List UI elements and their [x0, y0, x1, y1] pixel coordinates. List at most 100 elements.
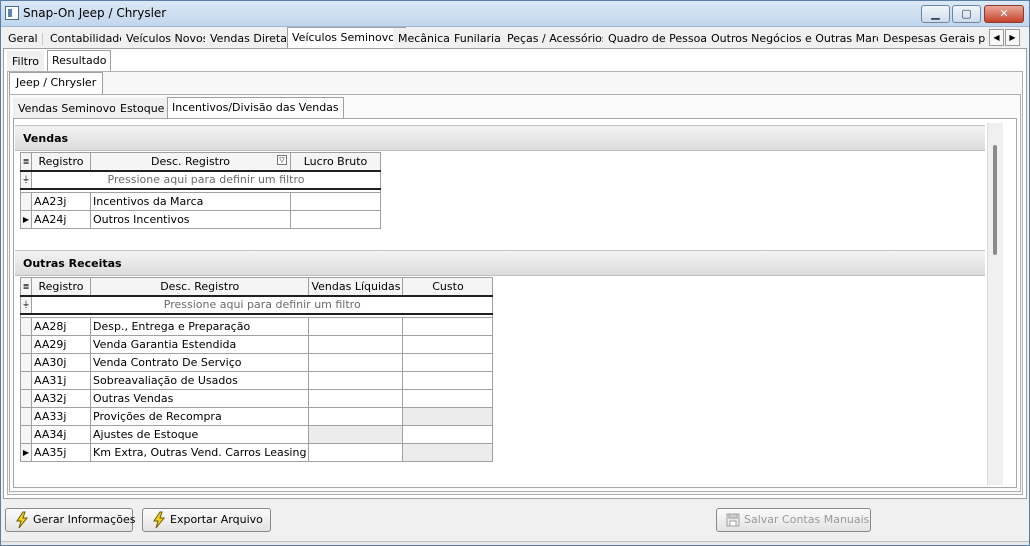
tab-filtro[interactable]: Filtro	[7, 51, 44, 71]
table-row[interactable]: AA28j Desp., Entrega e Preparação	[20, 317, 494, 336]
tab-veiculos-seminovos[interactable]: Veículos Seminovos	[287, 27, 406, 49]
table-row[interactable]: AA33j Provições de Recompra	[20, 407, 494, 426]
cell-lucro-bruto[interactable]	[290, 192, 381, 211]
col-registro[interactable]: Registro	[31, 277, 91, 297]
window-title: Snap-On Jeep / Chrysler	[23, 6, 167, 20]
cell-vendas-liquidas[interactable]	[308, 335, 404, 354]
salvar-contas-manuais-button[interactable]: Salvar Contas Manuais	[716, 508, 871, 532]
col-vendas-liquidas[interactable]: Vendas Líquidas	[308, 277, 404, 297]
cell-registro[interactable]: AA34j	[31, 425, 91, 444]
tab-funilaria[interactable]: Funilaria	[449, 28, 506, 48]
tab-pecas-acessorios[interactable]: Peças / Acessórios	[502, 28, 613, 48]
cell-registro[interactable]: AA29j	[31, 335, 91, 354]
filter-icon: ⏚	[20, 170, 32, 189]
table-row[interactable]: ▶ AA35j Km Extra, Outras Vend. Carros Le…	[20, 443, 494, 462]
cell-registro[interactable]: AA35j	[31, 443, 91, 462]
tab-vendas-seminovos[interactable]: Vendas Seminovos	[13, 98, 127, 118]
minimize-button[interactable]: ▁	[921, 5, 950, 23]
tab-scroll-left-icon[interactable]: ◀	[989, 29, 1004, 46]
cell-vendas-liquidas[interactable]	[308, 371, 404, 390]
cell-custo-readonly	[402, 407, 494, 426]
col-registro[interactable]: Registro	[31, 152, 91, 172]
current-row-icon: ▶	[20, 210, 32, 229]
table-row[interactable]: AA32j Outras Vendas	[20, 389, 494, 408]
current-row-icon: ▶	[20, 443, 32, 462]
cell-desc[interactable]: Km Extra, Outras Vend. Carros Leasing	[89, 443, 310, 462]
cell-desc[interactable]: Incentivos da Marca	[90, 192, 291, 211]
tab-vendas-diretas[interactable]: Vendas Diretas	[205, 28, 298, 48]
cell-registro[interactable]: AA24j	[31, 210, 91, 229]
tab-outros-negocios[interactable]: Outros Negócios e Outras Marcas	[706, 28, 900, 48]
filter-icon: ⏚	[20, 295, 32, 314]
cell-desc[interactable]: Venda Contrato De Serviço	[89, 353, 310, 372]
column-filter-icon[interactable]: ▽	[277, 155, 287, 165]
col-desc-registro[interactable]: Desc. Registro	[89, 277, 310, 297]
cell-vendas-liquidas[interactable]	[308, 353, 404, 372]
cell-desc[interactable]: Outros Incentivos	[90, 210, 291, 229]
table-row[interactable]: AA29j Venda Garantia Estendida	[20, 335, 494, 354]
cell-desc[interactable]: Venda Garantia Estendida	[89, 335, 310, 354]
col-custo[interactable]: Custo	[402, 277, 494, 297]
tab-scroll-right-icon[interactable]: ▶	[1005, 29, 1020, 46]
cell-registro[interactable]: AA33j	[31, 407, 91, 426]
cell-desc[interactable]: Ajustes de Estoque	[89, 425, 310, 444]
cell-lucro-bruto[interactable]	[290, 210, 381, 229]
exportar-arquivo-button[interactable]: Exportar Arquivo	[142, 508, 271, 532]
tab-quadro-pessoas[interactable]: Quadro de Pessoas	[603, 28, 718, 48]
cell-desc[interactable]: Sobreavaliação de Usados	[89, 371, 310, 390]
cell-vendas-liquidas[interactable]	[308, 389, 404, 408]
cell-custo[interactable]	[402, 317, 494, 336]
table-row[interactable]: AA31j Sobreavaliação de Usados	[20, 371, 494, 390]
cell-registro[interactable]: AA28j	[31, 317, 91, 336]
cell-custo-readonly	[402, 443, 494, 462]
cell-desc[interactable]: Outras Vendas	[89, 389, 310, 408]
title-bar: Snap-On Jeep / Chrysler ▁ ▢ ✕	[1, 1, 1029, 27]
tab-geral[interactable]: Geral	[3, 28, 43, 48]
column-chooser-icon[interactable]: ≣	[20, 277, 32, 297]
lightning-icon	[16, 511, 29, 529]
cell-vendas-liquidas[interactable]	[308, 443, 404, 462]
filter-row[interactable]: ⏚ Pressione aqui para definir um filtro	[20, 295, 494, 314]
tab-mecanica[interactable]: Mecânica	[393, 28, 455, 48]
cell-custo[interactable]	[402, 335, 494, 354]
filter-row[interactable]: ⏚ Pressione aqui para definir um filtro	[20, 170, 381, 189]
cell-registro[interactable]: AA31j	[31, 371, 91, 390]
col-lucro-bruto[interactable]: Lucro Bruto	[290, 152, 381, 172]
maximize-button[interactable]: ▢	[952, 5, 981, 23]
filter-hint[interactable]: Pressione aqui para definir um filtro	[30, 295, 494, 314]
tab-despesas-gerais[interactable]: Despesas Gerais por De	[878, 28, 986, 48]
cell-desc[interactable]: Desp., Entrega e Preparação	[89, 317, 310, 336]
cell-registro[interactable]: AA23j	[31, 192, 91, 211]
tab-jeep-chrysler[interactable]: Jeep / Chrysler	[9, 72, 104, 94]
cell-registro[interactable]: AA32j	[31, 389, 91, 408]
cell-vendas-liquidas[interactable]	[308, 317, 404, 336]
cell-desc[interactable]: Provições de Recompra	[89, 407, 310, 426]
tab-resultado[interactable]: Resultado	[47, 50, 112, 72]
cell-custo[interactable]	[402, 425, 494, 444]
brand-tab-strip: Jeep / Chrysler	[9, 72, 209, 94]
close-button[interactable]: ✕	[984, 5, 1024, 23]
col-desc-registro[interactable]: Desc. Registro ▽	[90, 152, 291, 172]
gerar-informacoes-label: Gerar Informações	[33, 513, 136, 526]
vertical-scrollbar[interactable]	[987, 123, 1003, 485]
filter-hint[interactable]: Pressione aqui para definir um filtro	[31, 170, 381, 189]
gerar-informacoes-button[interactable]: Gerar Informações	[5, 508, 136, 532]
cell-custo[interactable]	[402, 371, 494, 390]
table-row[interactable]: AA23j Incentivos da Marca	[20, 192, 381, 211]
table-row[interactable]: ▶ AA24j Outros Incentivos	[20, 210, 381, 229]
cell-custo[interactable]	[402, 389, 494, 408]
outras-header-row: ≣ Registro Desc. Registro Vendas Líquida…	[20, 277, 494, 297]
cell-registro[interactable]: AA30j	[31, 353, 91, 372]
cell-vendas-liquidas[interactable]	[308, 407, 404, 426]
table-row[interactable]: AA30j Venda Contrato De Serviço	[20, 353, 494, 372]
cell-custo[interactable]	[402, 353, 494, 372]
table-row[interactable]: AA34j Ajustes de Estoque	[20, 425, 494, 444]
outras-receitas-group-header: Outras Receitas	[15, 250, 985, 276]
scrollbar-thumb[interactable]	[993, 145, 997, 255]
tab-estoque[interactable]: Estoque	[115, 98, 170, 118]
tab-veiculos-novos[interactable]: Veículos Novos	[121, 28, 214, 48]
tab-incentivos-divisao[interactable]: Incentivos/Divisão das Vendas	[167, 97, 344, 119]
tab-contabilidade[interactable]: Contabilidade	[45, 28, 132, 48]
cell-vendas-liquidas-readonly	[308, 425, 404, 444]
column-chooser-icon[interactable]: ≣	[20, 152, 32, 172]
